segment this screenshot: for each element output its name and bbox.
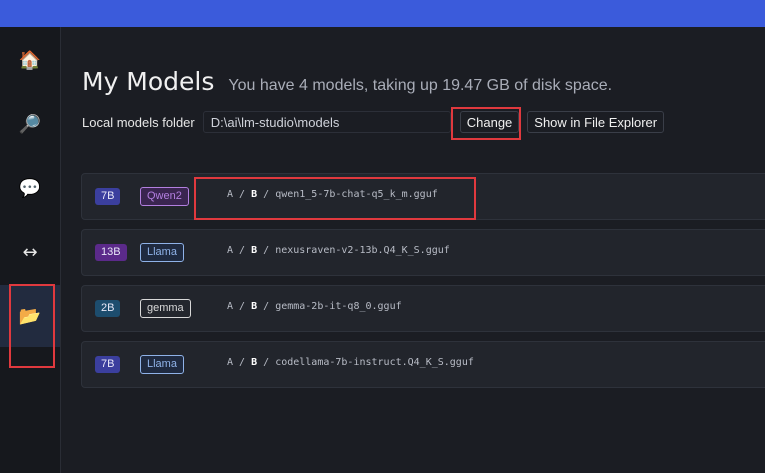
change-button[interactable]: Change — [459, 111, 520, 133]
show-in-file-explorer-button[interactable]: Show in File Explorer — [527, 111, 665, 133]
model-repo: B — [251, 357, 258, 368]
size-badge: 7B — [95, 356, 121, 373]
top-bar — [0, 0, 765, 27]
model-file: codellama-7b-instruct.Q4_K_S.gguf — [275, 357, 474, 368]
model-card[interactable]: 2B gemma A / B / gemma-2b-it-q8_0.gguf — [81, 285, 765, 332]
model-file: qwen1_5-7b-chat-q5_k_m.gguf — [275, 189, 438, 200]
title-row: My Models You have 4 models, taking up 1… — [82, 67, 612, 96]
model-card[interactable]: 7B Llama A / B / codellama-7b-instruct.Q… — [81, 341, 765, 388]
size-badge: 7B — [95, 188, 121, 205]
page-subtitle: You have 4 models, taking up 19.47 GB of… — [228, 77, 613, 94]
search-icon: 🔎 — [18, 113, 42, 135]
model-file: gemma-2b-it-q8_0.gguf — [275, 301, 402, 312]
main-content: My Models You have 4 models, taking up 1… — [61, 27, 765, 473]
home-icon: 🏠 — [18, 49, 42, 71]
folder-label: Local models folder — [82, 114, 195, 130]
model-file: nexusraven-v2-13b.Q4_K_S.gguf — [275, 245, 450, 256]
model-author: A — [227, 357, 234, 368]
model-card[interactable]: 13B Llama A / B / nexusraven-v2-13b.Q4_K… — [81, 229, 765, 276]
model-path[interactable]: A / B / gemma-2b-it-q8_0.gguf — [227, 301, 402, 312]
model-path[interactable]: A / B / qwen1_5-7b-chat-q5_k_m.gguf — [227, 189, 438, 200]
arch-badge: Qwen2 — [140, 187, 189, 206]
arch-badge: Llama — [140, 355, 184, 374]
folder-row: Local models folder D:\ai\lm-studio\mode… — [82, 111, 665, 133]
arch-badge: gemma — [140, 299, 191, 318]
arrows-icon: ↔ — [22, 241, 38, 263]
model-repo: B — [251, 301, 258, 312]
model-repo: B — [251, 245, 258, 256]
model-repo: B — [251, 189, 258, 200]
sidebar-item-my-models[interactable]: 📂 — [0, 285, 60, 347]
folder-path-field[interactable]: D:\ai\lm-studio\models — [202, 111, 451, 133]
arch-badge: Llama — [140, 243, 184, 262]
model-path[interactable]: A / B / nexusraven-v2-13b.Q4_K_S.gguf — [227, 245, 450, 256]
sidebar-item-home[interactable]: 🏠 — [0, 29, 60, 91]
size-badge: 13B — [95, 244, 127, 261]
sidebar: 🏠 🔎 💬 ↔ 📂 — [0, 27, 61, 473]
model-author: A — [227, 245, 234, 256]
sidebar-item-search[interactable]: 🔎 — [0, 93, 60, 155]
model-card[interactable]: 7B Qwen2 A / B / qwen1_5-7b-chat-q5_k_m.… — [81, 173, 765, 220]
chat-icon: 💬 — [18, 177, 42, 199]
size-badge: 2B — [95, 300, 121, 317]
page-title: My Models — [82, 67, 215, 96]
model-path[interactable]: A / B / codellama-7b-instruct.Q4_K_S.ggu… — [227, 357, 474, 368]
model-author: A — [227, 189, 234, 200]
sidebar-item-server[interactable]: ↔ — [0, 221, 60, 283]
model-list: 7B Qwen2 A / B / qwen1_5-7b-chat-q5_k_m.… — [81, 173, 765, 397]
model-author: A — [227, 301, 234, 312]
folder-icon: 📂 — [18, 305, 42, 327]
sidebar-item-chat[interactable]: 💬 — [0, 157, 60, 219]
